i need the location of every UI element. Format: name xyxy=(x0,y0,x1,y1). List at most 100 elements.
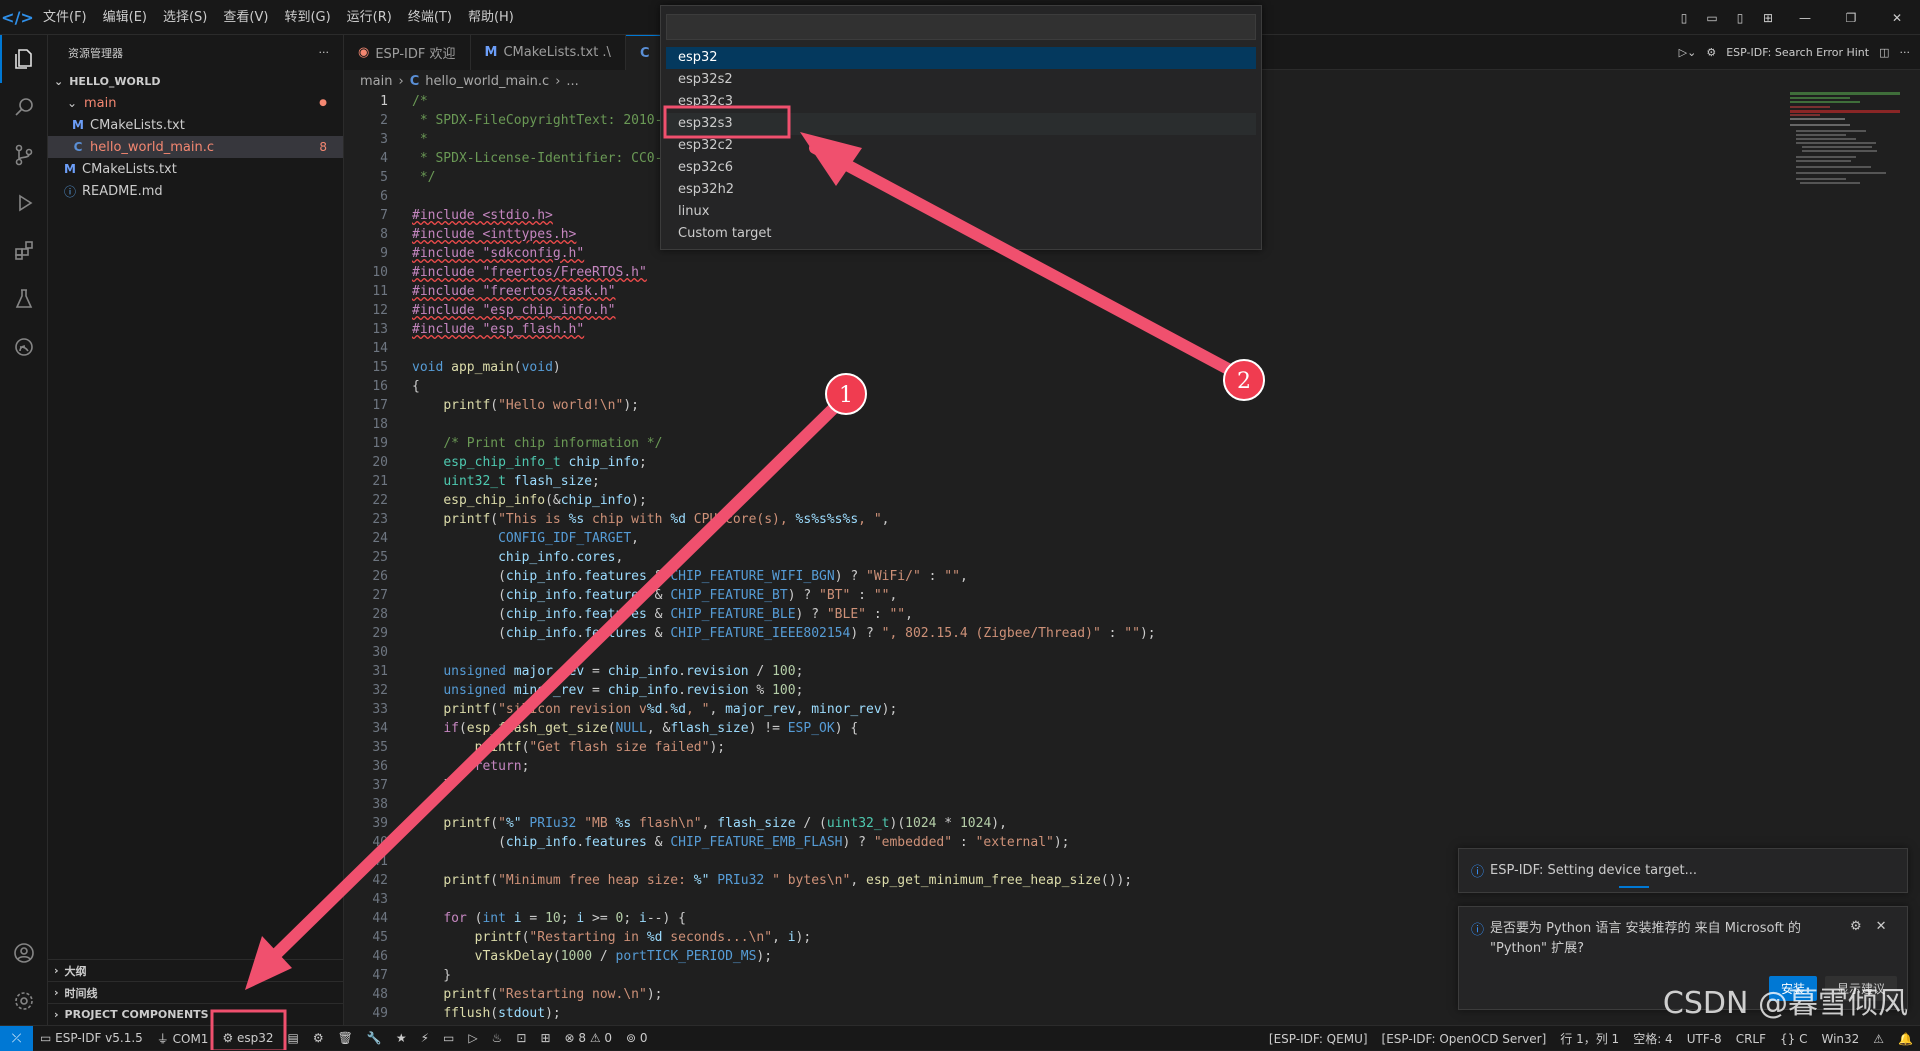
target-option-custom-target[interactable]: Custom target xyxy=(666,223,1256,245)
menu-terminal[interactable]: 终端(T) xyxy=(400,0,460,35)
code-line[interactable]: 14 xyxy=(344,339,1920,358)
target-option-esp32s3[interactable]: esp32s3 xyxy=(666,113,1256,135)
target-option-esp32c3[interactable]: esp32c3 xyxy=(666,91,1256,113)
code-line[interactable]: 15void app_main(void) xyxy=(344,358,1920,377)
build-wrench-icon[interactable]: 🔧 xyxy=(360,1031,389,1045)
run-debug-icon[interactable] xyxy=(0,179,48,227)
more-actions-icon[interactable]: ··· xyxy=(319,46,330,59)
language-item[interactable]: {} C xyxy=(1773,1032,1814,1046)
esp-gear-icon[interactable]: ⚙ xyxy=(1706,46,1716,59)
remote-icon[interactable]: ⤫ xyxy=(0,1026,33,1051)
code-line[interactable]: 11#include "freertos/task.h" xyxy=(344,282,1920,301)
qemu-item[interactable]: [ESP-IDF: QEMU] xyxy=(1262,1032,1375,1046)
problems-item[interactable]: ⊗ 8 ⚠ 0 xyxy=(558,1031,620,1045)
sdk-config-icon[interactable]: ▤ xyxy=(281,1031,306,1045)
toggle-panel-icon[interactable]: ▭ xyxy=(1698,11,1726,25)
restore-icon[interactable]: ❐ xyxy=(1828,11,1874,25)
code-line[interactable]: 23 printf("This is %s chip with %d CPU c… xyxy=(344,510,1920,529)
code-line[interactable]: 38 xyxy=(344,795,1920,814)
breadcrumb-file[interactable]: hello_world_main.c xyxy=(425,74,549,89)
target-option-esp32s2[interactable]: esp32s2 xyxy=(666,69,1256,91)
minimap[interactable] xyxy=(1790,92,1900,212)
full-clean-trash-icon[interactable]: 🗑 xyxy=(331,1031,360,1045)
platform-item[interactable]: Win32 xyxy=(1814,1032,1866,1046)
code-line[interactable]: 34 if(esp_flash_get_size(NULL, &flash_si… xyxy=(344,719,1920,738)
tree-file-cmakelists-main[interactable]: M CMakeLists.txt xyxy=(48,114,343,136)
ports-item[interactable]: ⊚ 0 xyxy=(619,1031,655,1045)
code-line[interactable]: 18 xyxy=(344,415,1920,434)
target-option-esp32[interactable]: esp32 xyxy=(666,47,1256,69)
code-line[interactable]: 31 unsigned major_rev = chip_info.revisi… xyxy=(344,662,1920,681)
tab-cmakelists[interactable]: M CMakeLists.txt .\ xyxy=(471,35,626,70)
code-line[interactable]: 37 } xyxy=(344,776,1920,795)
code-line[interactable]: 32 unsigned minor_rev = chip_info.revisi… xyxy=(344,681,1920,700)
run-debug-dropdown-icon[interactable]: ▷⌄ xyxy=(1679,46,1697,59)
more-actions-icon[interactable]: ··· xyxy=(1900,46,1911,59)
eol-item[interactable]: CRLF xyxy=(1729,1032,1773,1046)
openocd-item[interactable]: [ESP-IDF: OpenOCD Server] xyxy=(1375,1032,1554,1046)
menu-go[interactable]: 转到(G) xyxy=(276,0,338,35)
custom-task-icon[interactable]: ⊞ xyxy=(533,1031,557,1045)
target-option-linux[interactable]: linux xyxy=(666,201,1256,223)
debug-icon[interactable]: ▷ xyxy=(461,1031,484,1045)
code-line[interactable]: 20 esp_chip_info_t chip_info; xyxy=(344,453,1920,472)
code-line[interactable]: 12#include "esp_chip_info.h" xyxy=(344,301,1920,320)
tree-file-readme[interactable]: ⓘ README.md xyxy=(48,180,343,202)
code-line[interactable]: 39 printf("%" PRIu32 "MB %s flash\n", fl… xyxy=(344,814,1920,833)
device-target-item[interactable]: ⚙ esp32 xyxy=(215,1031,280,1045)
project-components-section-header[interactable]: ›PROJECT COMPONENTS xyxy=(48,1003,344,1025)
code-line[interactable]: 13#include "esp_flash.h" xyxy=(344,320,1920,339)
search-icon[interactable] xyxy=(0,83,48,131)
target-option-esp32c2[interactable]: esp32c2 xyxy=(666,135,1256,157)
code-line[interactable]: 19 /* Print chip information */ xyxy=(344,434,1920,453)
code-line[interactable]: 28 (chip_info.features & CHIP_FEATURE_BL… xyxy=(344,605,1920,624)
account-icon[interactable] xyxy=(0,929,48,977)
tree-folder-main[interactable]: ⌄ main ● xyxy=(48,92,343,114)
close-icon[interactable]: ✕ xyxy=(1876,919,1887,959)
extensions-icon[interactable] xyxy=(0,227,48,275)
source-control-icon[interactable] xyxy=(0,131,48,179)
menu-view[interactable]: 查看(V) xyxy=(215,0,276,35)
indentation-item[interactable]: 空格: 4 xyxy=(1626,1030,1680,1047)
encoding-item[interactable]: UTF-8 xyxy=(1680,1032,1729,1046)
notifications-bell-icon[interactable]: 🔔 xyxy=(1891,1032,1920,1046)
code-line[interactable]: 21 uint32_t flash_size; xyxy=(344,472,1920,491)
toggle-secondary-sidebar-icon[interactable]: ▯ xyxy=(1726,11,1754,25)
menuconfig-gear-icon[interactable]: ⚙ xyxy=(306,1031,331,1045)
esp-idf-icon[interactable] xyxy=(0,323,48,371)
customize-layout-icon[interactable]: ⊞ xyxy=(1754,11,1782,25)
settings-gear-icon[interactable] xyxy=(0,977,48,1025)
code-line[interactable]: 24 CONFIG_IDF_TARGET, xyxy=(344,529,1920,548)
code-line[interactable]: 22 esp_chip_info(&chip_info); xyxy=(344,491,1920,510)
timeline-section-header[interactable]: ›时间线 xyxy=(48,981,344,1003)
tab-esp-idf-welcome[interactable]: ◉ ESP-IDF 欢迎 xyxy=(344,35,471,70)
testing-icon[interactable] xyxy=(0,275,48,323)
close-window-icon[interactable]: ✕ xyxy=(1874,11,1920,25)
outline-section-header[interactable]: ›大纲 xyxy=(48,959,344,981)
gear-icon[interactable]: ⚙ xyxy=(1850,919,1862,959)
code-line[interactable]: 27 (chip_info.features & CHIP_FEATURE_BT… xyxy=(344,586,1920,605)
minimize-icon[interactable]: — xyxy=(1782,11,1828,25)
menu-selection[interactable]: 选择(S) xyxy=(155,0,215,35)
menu-run[interactable]: 运行(R) xyxy=(339,0,400,35)
cursor-position-item[interactable]: 行 1，列 1 xyxy=(1553,1030,1626,1047)
quick-pick-input[interactable] xyxy=(666,14,1256,40)
breadcrumb-folder[interactable]: main xyxy=(360,74,392,89)
code-line[interactable]: 33 printf("silicon revision v%d.%d, ", m… xyxy=(344,700,1920,719)
warning-icon[interactable]: ⚠ xyxy=(1866,1032,1891,1046)
code-line[interactable]: 25 chip_info.cores, xyxy=(344,548,1920,567)
terminal-icon[interactable]: ⊡ xyxy=(509,1031,533,1045)
tree-file-hello-world-main[interactable]: C hello_world_main.c 8 xyxy=(48,136,343,158)
search-error-hint-button[interactable]: ESP-IDF: Search Error Hint xyxy=(1726,46,1869,59)
code-line[interactable]: 35 printf("Get flash size failed"); xyxy=(344,738,1920,757)
idf-version-item[interactable]: ▭ ESP-IDF v5.1.5 xyxy=(33,1031,150,1045)
target-option-esp32c6[interactable]: esp32c6 xyxy=(666,157,1256,179)
code-line[interactable]: 17 printf("Hello world!\n"); xyxy=(344,396,1920,415)
explorer-icon[interactable] xyxy=(0,35,48,83)
code-line[interactable]: 16{ xyxy=(344,377,1920,396)
code-line[interactable]: 29 (chip_info.features & CHIP_FEATURE_IE… xyxy=(344,624,1920,643)
project-section-header[interactable]: ⌄ HELLO_WORLD xyxy=(48,70,343,92)
code-line[interactable]: 36 return; xyxy=(344,757,1920,776)
menu-help[interactable]: 帮助(H) xyxy=(460,0,522,35)
flash-bolt-icon[interactable]: ⚡ xyxy=(414,1031,436,1045)
